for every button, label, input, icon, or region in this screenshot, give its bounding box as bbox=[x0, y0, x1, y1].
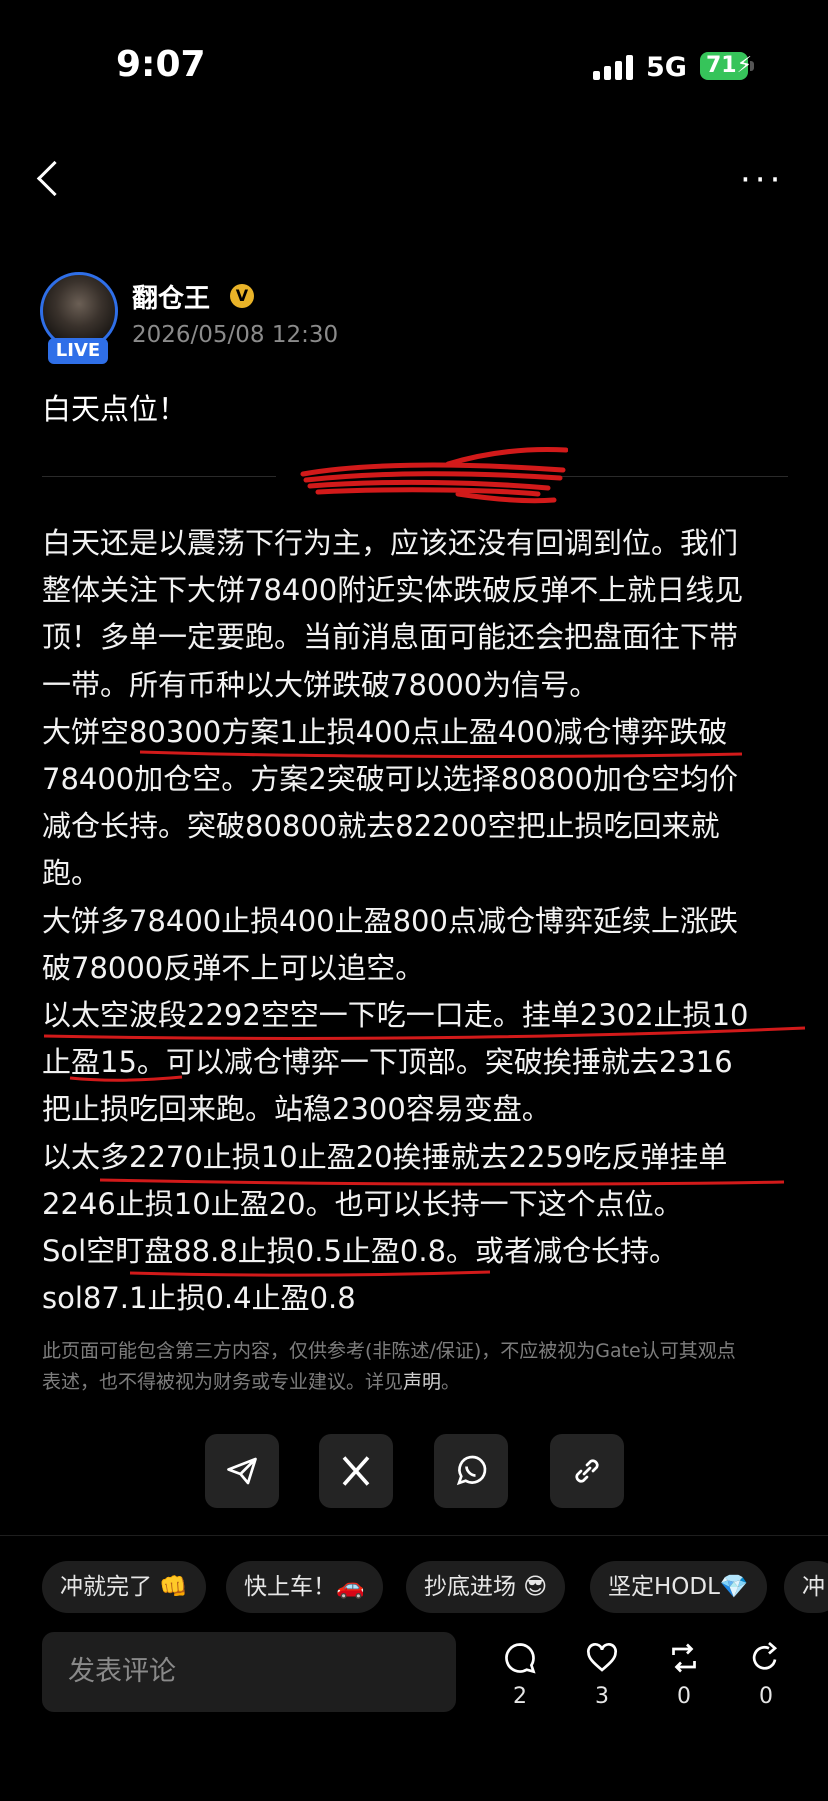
body-line: 把止损吃回来跑。站稳2300容易变盘。 bbox=[42, 1092, 551, 1127]
body-line: 破78000反弹不上可以追空。 bbox=[42, 950, 425, 985]
body-line: 以太多2270止损10止盈20挨捶就去2259吃反弹挂单 bbox=[42, 1139, 728, 1174]
x-icon bbox=[342, 1456, 370, 1486]
share-whatsapp-button[interactable] bbox=[434, 1434, 508, 1508]
heart-icon bbox=[587, 1643, 617, 1672]
post-body: 白天还是以震荡下行为主，应该还没有回调到位。我们 整体关注下大饼78400附近实… bbox=[42, 520, 792, 1322]
share-count-button[interactable]: 0 bbox=[736, 1640, 796, 1709]
like-count: 3 bbox=[595, 1684, 609, 1709]
body-line: 2246止损10止盈20。也可以长持一下这个点位。 bbox=[42, 1186, 683, 1221]
redaction-scribble bbox=[300, 447, 568, 504]
quick-reply-chip[interactable]: 冲就完了 👊 bbox=[42, 1561, 206, 1613]
body-line: 大饼多78400止损400止盈800点减仓博弈延续上涨跌 bbox=[42, 903, 738, 938]
like-button[interactable]: 3 bbox=[572, 1640, 632, 1709]
comment-count: 2 bbox=[513, 1684, 527, 1709]
share-count: 0 bbox=[759, 1684, 773, 1709]
disclaimer-line: 此页面可能包含第三方内容，仅供参考(非陈述/保证)，不应被视为Gate认可其观点 bbox=[42, 1340, 736, 1362]
live-badge[interactable]: LIVE bbox=[48, 338, 108, 364]
link-icon bbox=[575, 1459, 599, 1483]
separator bbox=[0, 1535, 828, 1536]
body-line: 止盈15。可以减仓博弈一下顶部。突破挨捶就去2316 bbox=[42, 1045, 733, 1080]
battery-cap bbox=[750, 61, 754, 71]
body-line: 跑。 bbox=[42, 856, 101, 891]
post-headline: 白天点位！ bbox=[42, 392, 188, 426]
body-line: 整体关注下大饼78400附近实体跌破反弹不上就日线见 bbox=[42, 573, 744, 608]
repost-button[interactable]: 0 bbox=[654, 1640, 714, 1709]
post-date: 2026/05/08 12:30 bbox=[132, 322, 339, 348]
copy-link-button[interactable] bbox=[550, 1434, 624, 1508]
author-name[interactable]: 翻仓王 bbox=[132, 278, 210, 315]
battery-icon: 71⚡ bbox=[700, 52, 752, 80]
repost-count: 0 bbox=[677, 1684, 691, 1709]
comment-icon bbox=[505, 1643, 536, 1674]
disclaimer: 此页面可能包含第三方内容，仅供参考(非陈述/保证)，不应被视为Gate认可其观点… bbox=[42, 1336, 792, 1398]
body-line: 减仓长持。突破80800就去82200空把止损吃回来就 bbox=[42, 809, 720, 844]
whatsapp-icon bbox=[456, 1455, 487, 1486]
quick-reply-chip[interactable]: 冲 bbox=[784, 1561, 828, 1613]
battery-level: 71 bbox=[706, 53, 737, 78]
body-line: 以太空波段2292空空一下吃一口走。挂单2302止损10 bbox=[42, 998, 749, 1033]
network-label: 5G bbox=[646, 52, 687, 83]
send-icon bbox=[227, 1457, 257, 1485]
body-line: Sol空盯盘88.8止损0.5止盈0.8。或者减仓长持。 bbox=[42, 1234, 679, 1269]
body-line: 大饼空80300方案1止损400点止盈400减仓博弈跌破 bbox=[42, 714, 728, 749]
status-time: 9:07 bbox=[116, 44, 206, 85]
body-line: 白天还是以震荡下行为主，应该还没有回调到位。我们 bbox=[42, 526, 739, 560]
share-x-button[interactable] bbox=[319, 1434, 393, 1508]
divider-right bbox=[548, 476, 788, 477]
comment-count-button[interactable]: 2 bbox=[490, 1640, 550, 1709]
body-line: 一带。所有币种以大饼跌破78000为信号。 bbox=[42, 667, 599, 702]
divider-left bbox=[42, 476, 276, 477]
body-line: 顶！多单一定要跑。当前消息面可能还会把盘面往下带 bbox=[42, 620, 739, 655]
more-icon[interactable]: ··· bbox=[740, 163, 784, 197]
share-icon bbox=[752, 1641, 778, 1670]
repost-icon bbox=[672, 1643, 696, 1673]
share-telegram-button[interactable] bbox=[205, 1434, 279, 1508]
quick-reply-chip[interactable]: 抄底进场 😎 bbox=[406, 1561, 566, 1613]
body-line: sol87.1止损0.4止盈0.8 bbox=[42, 1281, 356, 1316]
quick-reply-chip[interactable]: 坚定HODL💎 bbox=[590, 1561, 767, 1613]
back-icon[interactable] bbox=[36, 160, 73, 197]
signal-icon bbox=[593, 54, 635, 80]
verified-icon: V bbox=[230, 284, 254, 308]
disclaimer-line-2: 表述，也不得被视为财务或专业建议。详见声明。 bbox=[42, 1371, 461, 1393]
comment-input[interactable]: 发表评论 bbox=[42, 1632, 456, 1712]
disclaimer-link[interactable]: 声明 bbox=[403, 1371, 441, 1393]
body-line: 78400加仓空。方案2突破可以选择80800加仓空均价 bbox=[42, 762, 738, 797]
quick-reply-chip[interactable]: 快上车！🚗 bbox=[226, 1561, 383, 1613]
